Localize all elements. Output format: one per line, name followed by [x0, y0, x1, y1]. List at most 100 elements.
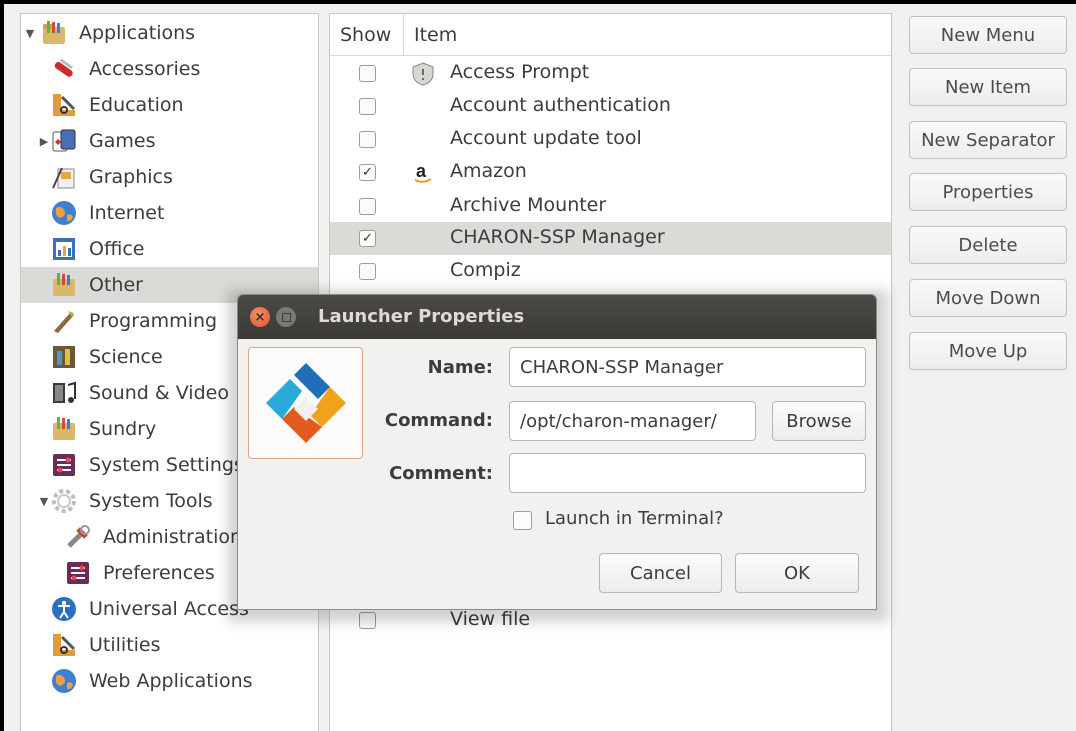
tree-item-label: Preferences	[103, 562, 215, 584]
tree-item-label: Sundry	[89, 418, 157, 440]
show-checkbox[interactable]	[359, 198, 376, 215]
tree-item-label: Science	[89, 346, 163, 368]
tree-item-accessories[interactable]: Accessories	[21, 51, 318, 87]
dialog-titlebar[interactable]: × Launcher Properties	[238, 295, 876, 339]
tree-item-label: Accessories	[89, 58, 201, 80]
tree-item-applications[interactable]: ▼ Applications	[21, 15, 318, 51]
launch-in-terminal-label[interactable]: Launch in Terminal?	[545, 508, 724, 529]
tree-item-utilities[interactable]: Utilities	[21, 627, 318, 663]
applications-folder-icon	[39, 18, 69, 48]
item-label: CHARON-SSP Manager	[450, 226, 665, 248]
tree-item-label: Universal Access	[89, 598, 249, 620]
properties-button[interactable]: Properties	[909, 173, 1067, 211]
tree-item-label: Sound & Video	[89, 382, 229, 404]
item-label: Archive Mounter	[450, 194, 607, 216]
list-header: Show Item	[330, 14, 891, 56]
shield-icon	[408, 59, 438, 89]
accessories-knife-icon	[49, 54, 79, 84]
list-item[interactable]: ✓ CHARON-SSP Manager	[330, 222, 891, 255]
tree-item-games[interactable]: ▶ Games	[21, 123, 318, 159]
tree-item-label: Programming	[89, 310, 218, 332]
show-checkbox[interactable]	[359, 98, 376, 115]
maximize-icon[interactable]	[276, 307, 296, 327]
list-item[interactable]: Account authentication	[330, 90, 891, 123]
list-item[interactable]: Account update tool	[330, 123, 891, 156]
tree-item-label: Administration	[103, 526, 243, 548]
show-checkbox[interactable]: ✓	[359, 230, 376, 247]
item-label: Compiz	[450, 259, 521, 281]
expander-expanded-icon[interactable]: ▼	[25, 27, 35, 40]
list-item[interactable]: Compiz	[330, 255, 891, 288]
launcher-icon-button[interactable]	[248, 347, 363, 459]
command-label: Command:	[384, 410, 493, 431]
item-label: Account authentication	[450, 94, 671, 116]
preferences-icon	[63, 558, 93, 588]
tree-item-label: Web Applications	[89, 670, 253, 692]
office-icon	[49, 234, 79, 264]
expander-collapsed-icon[interactable]: ▶	[39, 135, 49, 148]
sundry-folder-icon	[49, 414, 79, 444]
window-frame-top	[0, 0, 1076, 4]
tree-item-label: Internet	[89, 202, 165, 224]
internet-globe-icon	[49, 198, 79, 228]
games-cards-icon	[49, 126, 79, 156]
system-tools-gear-icon	[49, 486, 79, 516]
tree-item-graphics[interactable]: Graphics	[21, 159, 318, 195]
launcher-properties-dialog[interactable]: × Launcher Properties Name: CHARON-SSP M…	[237, 294, 877, 610]
tree-item-education[interactable]: Education	[21, 87, 318, 123]
item-label: Amazon	[450, 160, 527, 182]
tree-item-label: Games	[89, 130, 156, 152]
comment-field[interactable]	[509, 453, 866, 493]
tree-item-label: Other	[89, 274, 143, 296]
new-separator-button[interactable]: New Separator	[909, 121, 1067, 159]
tree-item-label: System Settings	[89, 454, 244, 476]
move-up-button[interactable]: Move Up	[909, 332, 1067, 370]
tree-item-web-applications[interactable]: Web Applications	[21, 663, 318, 699]
svg-text:a: a	[416, 161, 427, 181]
show-checkbox[interactable]	[359, 65, 376, 82]
name-label: Name:	[427, 357, 493, 378]
new-item-button[interactable]: New Item	[909, 68, 1067, 106]
tree-item-label: Graphics	[89, 166, 173, 188]
new-menu-button[interactable]: New Menu	[909, 16, 1067, 54]
list-item[interactable]: ✓ a Amazon	[330, 156, 891, 189]
web-applications-globe-icon	[49, 666, 79, 696]
sound-video-icon	[49, 378, 79, 408]
administration-icon	[63, 522, 93, 552]
browse-button[interactable]: Browse	[772, 401, 866, 441]
item-label: Access Prompt	[450, 61, 590, 83]
show-checkbox[interactable]	[359, 131, 376, 148]
item-label: Account update tool	[450, 127, 642, 149]
charon-logo-icon	[265, 363, 346, 443]
comment-label: Comment:	[389, 463, 493, 484]
column-header-item[interactable]: Item	[404, 24, 457, 46]
tree-item-label: Utilities	[89, 634, 161, 656]
utilities-icon	[49, 630, 79, 660]
graphics-icon	[49, 162, 79, 192]
launch-in-terminal-checkbox[interactable]	[513, 511, 532, 530]
science-icon	[49, 342, 79, 372]
tree-item-label: Education	[89, 94, 184, 116]
programming-icon	[49, 306, 79, 336]
column-header-show[interactable]: Show	[330, 14, 404, 56]
show-checkbox[interactable]: ✓	[359, 164, 376, 181]
amazon-icon: a	[408, 158, 438, 188]
universal-access-icon	[49, 594, 79, 624]
name-field[interactable]: CHARON-SSP Manager	[509, 347, 866, 387]
window-frame-left	[0, 0, 4, 731]
ok-button[interactable]: OK	[735, 553, 859, 593]
system-settings-icon	[49, 450, 79, 480]
tree-item-label: System Tools	[89, 490, 213, 512]
list-item[interactable]: Access Prompt	[330, 57, 891, 90]
expander-expanded-icon[interactable]: ▼	[39, 495, 49, 508]
close-icon[interactable]: ×	[250, 307, 270, 327]
command-field[interactable]: /opt/charon-manager/	[509, 401, 756, 441]
show-checkbox[interactable]	[359, 263, 376, 280]
delete-button[interactable]: Delete	[909, 226, 1067, 264]
list-item[interactable]: Archive Mounter	[330, 190, 891, 223]
tree-item-office[interactable]: Office	[21, 231, 318, 267]
move-down-button[interactable]: Move Down	[909, 279, 1067, 317]
tree-item-internet[interactable]: Internet	[21, 195, 318, 231]
tree-item-label: Office	[89, 238, 145, 260]
cancel-button[interactable]: Cancel	[599, 553, 722, 593]
